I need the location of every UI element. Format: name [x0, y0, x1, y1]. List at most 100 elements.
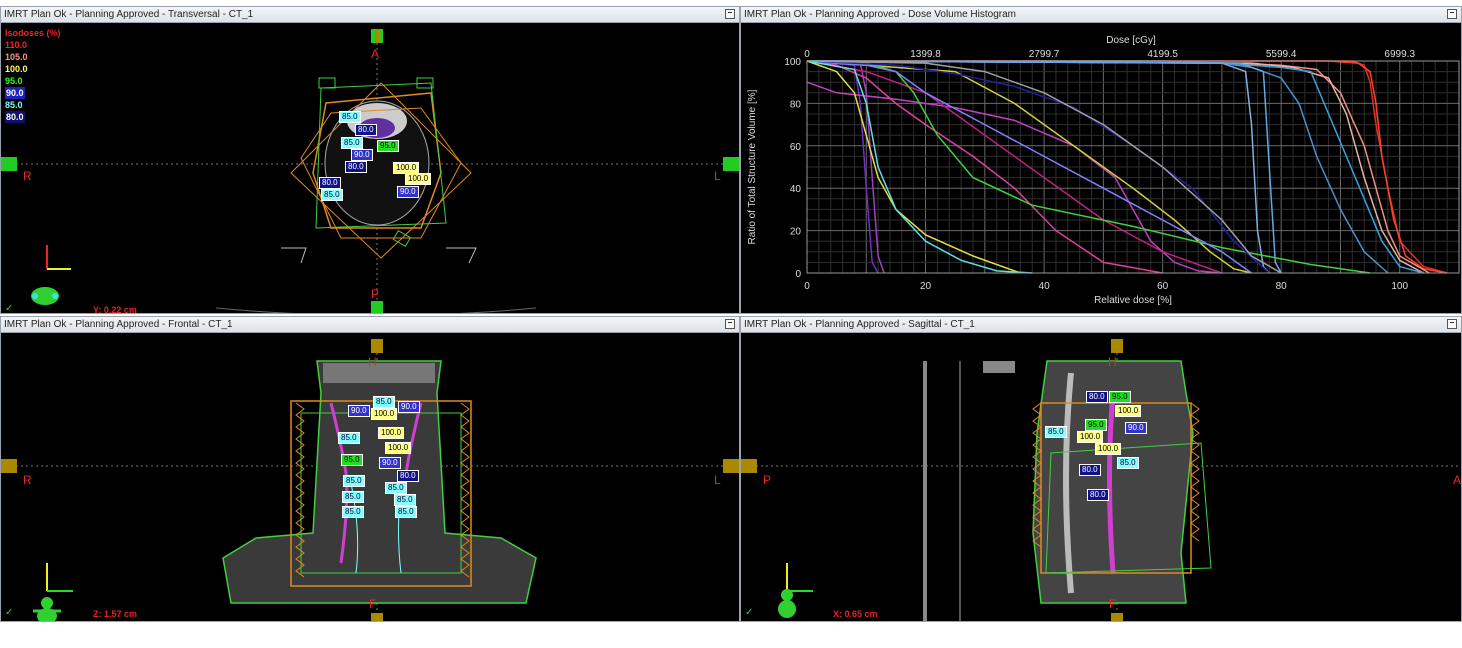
y-tick-label: 100 [784, 57, 801, 68]
isodose-label: 90.0 [1125, 422, 1147, 434]
x2-tick-label: 2799.7 [1029, 49, 1060, 60]
slice-coordinate: Y: 0.22 cm [93, 305, 137, 314]
orientation-head: H [368, 355, 377, 369]
dvh-title: IMRT Plan Ok - Planning Approved - Dose … [744, 9, 1016, 20]
x-tick-label: 80 [1276, 281, 1288, 292]
isodose-label: 95.0 [377, 140, 399, 152]
isodose-label: 90.0 [348, 405, 370, 417]
isodose-label: 80.0 [1086, 391, 1108, 403]
x-tick-label: 60 [1157, 281, 1169, 292]
dvh-viewport[interactable]: 0 20 40 60 80 100 0 20 40 60 80 100 0 1399.8 2799.7 419… [741, 23, 1461, 313]
sagittal-view-panel[interactable]: IMRT Plan Ok - Planning Approved - Sagit… [740, 316, 1462, 622]
frontal-viewport[interactable]: H F R L 90.0 85.0 90.0 100.0 85.0 100.0 … [1, 333, 739, 621]
isodose-label: 80.0 [345, 161, 367, 173]
x-tick-label: 0 [804, 281, 810, 292]
frontal-title-bar: IMRT Plan Ok - Planning Approved - Front… [1, 317, 739, 333]
orientation-left: L [714, 473, 721, 487]
slice-coordinate: Z: 1.57 cm [93, 609, 138, 619]
isodose-label: 85.0 [385, 482, 407, 494]
isodose-label: 95.0 [1109, 391, 1131, 403]
sagittal-viewport[interactable]: H F P A 80.0 95.0 100.0 85.0 95.0 90.0 1… [741, 333, 1461, 621]
transversal-view-panel[interactable]: IMRT Plan Ok - Planning Approved - Trans… [0, 6, 740, 314]
isodose-label: 100.0 [378, 427, 405, 439]
check-icon: ✓ [5, 607, 14, 618]
maximize-button[interactable] [725, 319, 735, 329]
isodose-label: 100.0 [405, 173, 432, 185]
isodose-label: 80.0 [1087, 489, 1109, 501]
y-tick-label: 20 [790, 227, 802, 238]
isodose-label: 85.0 [339, 111, 361, 123]
y-tick-label: 80 [790, 99, 802, 110]
isodose-label: 100.0 [1115, 405, 1142, 417]
dvh-panel[interactable]: IMRT Plan Ok - Planning Approved - Dose … [740, 6, 1462, 314]
isodose-label: 90.0 [397, 186, 419, 198]
isodose-label: 80.0 [397, 470, 419, 482]
check-icon: ✓ [5, 303, 14, 314]
slice-coordinate: X: 0.65 cm [833, 609, 878, 619]
x2-tick-label: 6999.3 [1384, 49, 1415, 60]
isodose-label: 85.0 [395, 506, 417, 518]
frontal-title: IMRT Plan Ok - Planning Approved - Front… [4, 319, 233, 330]
maximize-button[interactable] [1447, 319, 1457, 329]
x-tick-label: 20 [920, 281, 932, 292]
orientation-anterior: A [1453, 473, 1462, 487]
transversal-viewport[interactable]: Isodoses (%) 110.0 105.0 100.0 95.0 90.0… [1, 23, 739, 313]
x2-tick-label: 0 [804, 49, 810, 60]
isodose-label: 90.0 [351, 149, 373, 161]
sagittal-title-bar: IMRT Plan Ok - Planning Approved - Sagit… [741, 317, 1461, 333]
y-tick-label: 40 [790, 184, 802, 195]
x2-tick-label: 1399.8 [910, 49, 941, 60]
isodose-label: 95.0 [341, 454, 363, 466]
y-tick-label: 0 [795, 269, 801, 280]
isodose-label: 85.0 [342, 506, 364, 518]
isodose-label: 100.0 [1095, 443, 1122, 455]
isodose-label: 85.0 [1045, 426, 1067, 438]
isodose-label: 85.0 [341, 137, 363, 149]
maximize-button[interactable] [1447, 9, 1457, 19]
isodose-label: 85.0 [343, 475, 365, 487]
frontal-view-panel[interactable]: IMRT Plan Ok - Planning Approved - Front… [0, 316, 740, 622]
orientation-left: L [714, 169, 721, 183]
sagittal-anatomy [741, 339, 1461, 621]
y-tick-label: 60 [790, 142, 802, 153]
isodose-label: 85.0 [1117, 457, 1139, 469]
frontal-anatomy [1, 339, 739, 621]
check-icon: ✓ [745, 607, 754, 618]
orientation-feet: F [369, 597, 377, 611]
isodose-label: 80.0 [319, 177, 341, 189]
dvh-chart[interactable]: 0 20 40 60 80 1000204060801000 1399.8 2799.7 419… [741, 23, 1461, 313]
x2-tick-label: 4199.5 [1147, 49, 1178, 60]
isodose-label: 90.0 [379, 457, 401, 469]
orientation-right: R [23, 473, 32, 487]
transversal-anatomy [1, 29, 739, 313]
isodose-label: 80.0 [1079, 464, 1101, 476]
orientation-posterior: P [763, 473, 772, 487]
x2-tick-label: 5599.4 [1266, 49, 1297, 60]
isodose-label: 100.0 [385, 442, 412, 454]
isodose-label: 85.0 [394, 494, 416, 506]
orientation-anterior: A [371, 47, 380, 61]
x2-axis-label: Dose [cGy] [1106, 35, 1156, 46]
x-axis-label: Relative dose [%] [1094, 295, 1172, 306]
y-axis-label: Ratio of Total Structure Volume [%] [747, 89, 758, 244]
isodose-label: 100.0 [1077, 431, 1104, 443]
dvh-title-bar: IMRT Plan Ok - Planning Approved - Dose … [741, 7, 1461, 23]
x-tick-label: 100 [1391, 281, 1408, 292]
isodose-label: 85.0 [373, 396, 395, 408]
isodose-label: 95.0 [1085, 419, 1107, 431]
isodose-label: 85.0 [338, 432, 360, 444]
transversal-title: IMRT Plan Ok - Planning Approved - Trans… [4, 9, 254, 20]
orientation-feet: F [1109, 597, 1117, 611]
orientation-posterior: P [371, 287, 380, 301]
isodose-label: 85.0 [342, 491, 364, 503]
isodose-label: 85.0 [321, 189, 343, 201]
transversal-title-bar: IMRT Plan Ok - Planning Approved - Trans… [1, 7, 739, 23]
isodose-label: 90.0 [398, 401, 420, 413]
sagittal-title: IMRT Plan Ok - Planning Approved - Sagit… [744, 319, 975, 330]
x-tick-label: 40 [1039, 281, 1051, 292]
orientation-head: H [1108, 355, 1117, 369]
isodose-label: 80.0 [355, 124, 377, 136]
orientation-right: R [23, 169, 32, 183]
isodose-label: 100.0 [371, 408, 398, 420]
maximize-button[interactable] [725, 9, 735, 19]
